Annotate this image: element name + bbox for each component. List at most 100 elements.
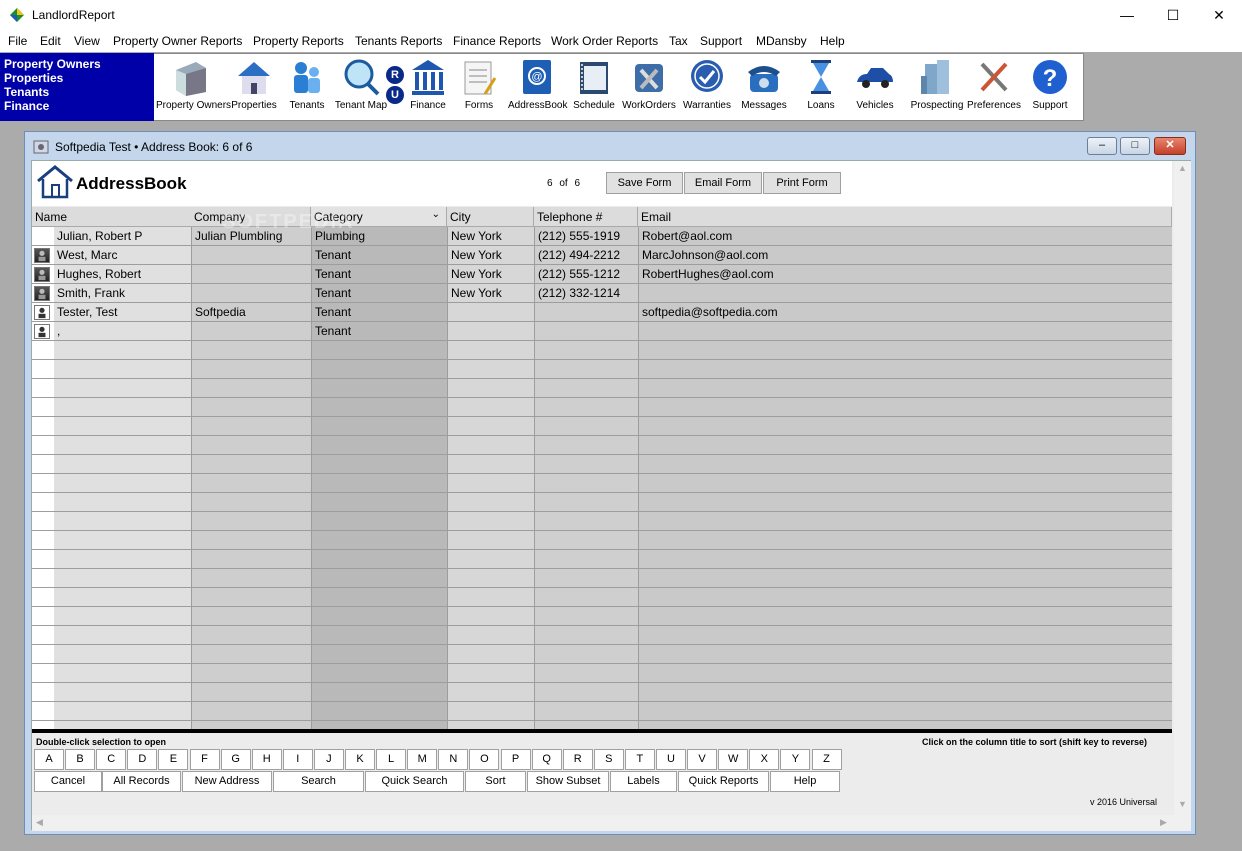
empty-cell[interactable] (639, 436, 1172, 455)
empty-cell[interactable] (448, 493, 534, 512)
empty-cell[interactable] (54, 550, 191, 569)
empty-cell[interactable] (639, 569, 1172, 588)
empty-cell[interactable] (54, 417, 191, 436)
letter-button-f[interactable]: F (189, 749, 220, 770)
empty-cell[interactable] (192, 417, 311, 436)
empty-cell[interactable] (192, 607, 311, 626)
letter-button-b[interactable]: B (65, 749, 96, 770)
empty-cell[interactable] (192, 360, 311, 379)
letter-button-m[interactable]: M (407, 749, 438, 770)
child-maximize-button[interactable]: □ (1120, 137, 1150, 155)
table-cell-company[interactable] (192, 322, 311, 341)
empty-cell[interactable] (54, 341, 191, 360)
empty-cell[interactable] (192, 626, 311, 645)
empty-cell[interactable] (192, 550, 311, 569)
email-form-button[interactable]: Email Form (684, 172, 762, 194)
new-address-button[interactable]: New Address (182, 771, 272, 792)
empty-cell[interactable] (448, 588, 534, 607)
empty-cell[interactable] (192, 379, 311, 398)
menu-property-reports[interactable]: Property Reports (253, 34, 344, 48)
empty-cell[interactable] (639, 379, 1172, 398)
empty-cell[interactable] (54, 664, 191, 683)
letter-button-g[interactable]: G (220, 749, 251, 770)
empty-cell[interactable] (639, 474, 1172, 493)
empty-cell[interactable] (192, 702, 311, 721)
empty-cell[interactable] (448, 436, 534, 455)
empty-cell[interactable] (192, 645, 311, 664)
child-close-button[interactable]: ✕ (1154, 137, 1186, 155)
sort-button[interactable]: Sort (465, 771, 526, 792)
table-cell-company[interactable] (192, 284, 311, 303)
menu-view[interactable]: View (74, 34, 100, 48)
scroll-down-icon[interactable]: ▼ (1178, 799, 1187, 809)
table-cell-email[interactable]: RobertHughes@aol.com (639, 265, 1172, 284)
save-form-button[interactable]: Save Form (606, 172, 683, 194)
empty-cell[interactable] (54, 588, 191, 607)
empty-cell[interactable] (312, 436, 447, 455)
table-cell-company[interactable] (192, 265, 311, 284)
toolbar-vehicles-button[interactable]: Vehicles (848, 56, 902, 118)
toolbar-schedule-button[interactable]: Schedule (570, 56, 618, 118)
child-minimize-button[interactable]: – (1087, 137, 1117, 155)
empty-cell[interactable] (639, 531, 1172, 550)
table-cell-email[interactable]: softpedia@softpedia.com (639, 303, 1172, 322)
empty-cell[interactable] (448, 379, 534, 398)
table-cell-company[interactable] (192, 246, 311, 265)
letter-button-i[interactable]: I (282, 749, 313, 770)
empty-cell[interactable] (639, 455, 1172, 474)
empty-cell[interactable] (312, 474, 447, 493)
empty-cell[interactable] (192, 398, 311, 417)
table-cell-city[interactable]: New York (448, 246, 534, 265)
letter-button-h[interactable]: H (251, 749, 282, 770)
empty-cell[interactable] (535, 664, 638, 683)
letter-button-u[interactable]: U (656, 749, 686, 770)
empty-cell[interactable] (535, 360, 638, 379)
chevron-down-icon[interactable]: ⌄ (432, 209, 440, 220)
empty-cell[interactable] (448, 645, 534, 664)
toolbar-support-button[interactable]: ? Support (1022, 56, 1078, 118)
table-cell-email[interactable] (639, 284, 1172, 303)
quick-reports-button[interactable]: Quick Reports (678, 771, 769, 792)
empty-cell[interactable] (448, 455, 534, 474)
empty-cell[interactable] (54, 493, 191, 512)
empty-cell[interactable] (535, 474, 638, 493)
empty-cell[interactable] (54, 436, 191, 455)
empty-cell[interactable] (448, 569, 534, 588)
table-cell-email[interactable]: Robert@aol.com (639, 227, 1172, 246)
empty-cell[interactable] (192, 664, 311, 683)
letter-button-k[interactable]: K (345, 749, 375, 770)
address-grid[interactable]: Name Company Category ⌄ City Telephone #… (32, 207, 1172, 729)
empty-cell[interactable] (312, 455, 447, 474)
table-cell-city[interactable] (448, 322, 534, 341)
toolbar-forms-button[interactable]: Forms (454, 56, 504, 118)
empty-cell[interactable] (54, 607, 191, 626)
table-cell-name[interactable]: , (54, 322, 191, 341)
letter-button-j[interactable]: J (313, 749, 344, 770)
empty-cell[interactable] (312, 531, 447, 550)
print-form-button[interactable]: Print Form (763, 172, 841, 194)
maximize-button[interactable]: ☐ (1150, 0, 1196, 30)
toolbar-tenant-map-button[interactable]: Tenant Map (334, 56, 388, 118)
empty-cell[interactable] (192, 512, 311, 531)
empty-cell[interactable] (448, 341, 534, 360)
empty-cell[interactable] (448, 683, 534, 702)
table-cell-company[interactable]: Softpedia (192, 303, 311, 322)
empty-cell[interactable] (54, 455, 191, 474)
nav-tenants[interactable]: Tenants (4, 85, 154, 99)
menu-finance-reports[interactable]: Finance Reports (453, 34, 541, 48)
letter-button-a[interactable]: A (34, 749, 64, 770)
table-cell-phone[interactable]: (212) 332-1214 (535, 284, 638, 303)
menu-property-owner-reports[interactable]: Property Owner Reports (113, 34, 242, 48)
table-cell-category[interactable]: Tenant (312, 284, 447, 303)
empty-cell[interactable] (312, 569, 447, 588)
empty-cell[interactable] (639, 398, 1172, 417)
empty-cell[interactable] (448, 512, 534, 531)
empty-cell[interactable] (312, 588, 447, 607)
table-cell-city[interactable] (448, 303, 534, 322)
empty-cell[interactable] (639, 626, 1172, 645)
letter-button-r[interactable]: R (562, 749, 593, 770)
close-button[interactable]: ✕ (1196, 0, 1242, 30)
table-cell-category[interactable]: Tenant (312, 303, 447, 322)
empty-cell[interactable] (639, 607, 1172, 626)
letter-button-z[interactable]: Z (811, 749, 842, 770)
